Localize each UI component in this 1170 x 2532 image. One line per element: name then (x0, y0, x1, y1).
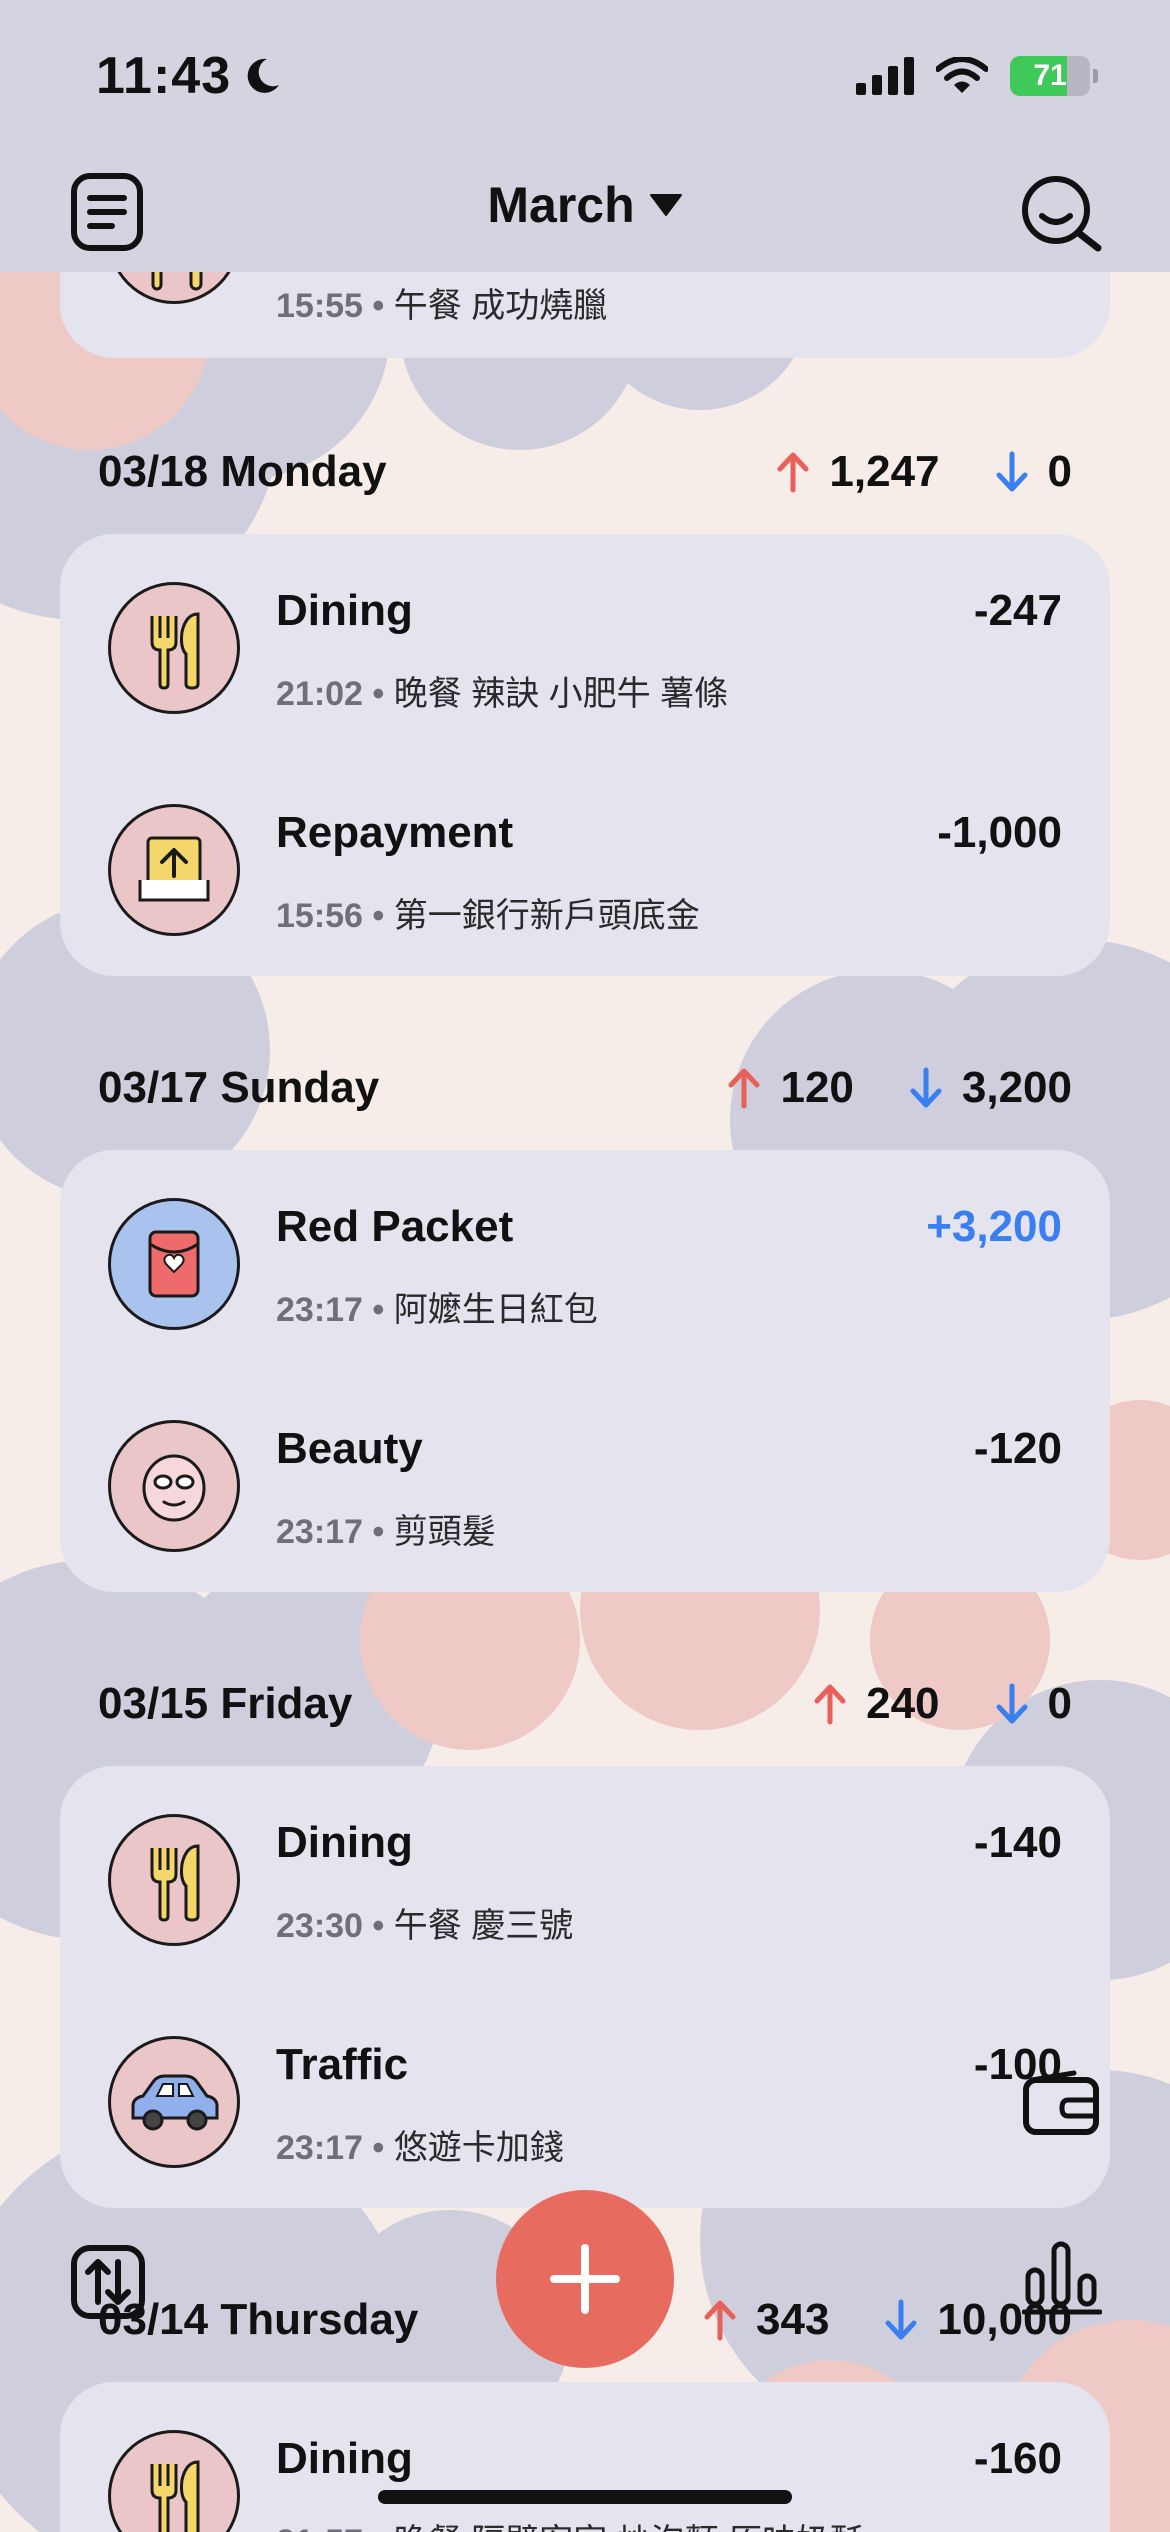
wallet-icon[interactable] (1022, 2070, 1100, 2136)
add-transaction-button[interactable] (496, 2190, 674, 2368)
transaction-row[interactable]: Red Packet +3,200 23:17 • 阿嬤生日紅包 (60, 1150, 1110, 1372)
expense-arrow-icon (814, 1684, 846, 1725)
transaction-category: Repayment (276, 808, 514, 857)
transaction-list[interactable]: 15:55 • 午餐 成功燒臘 03/18 Monday 1,247 0 Din… (0, 0, 1170, 2532)
transaction-row[interactable]: Repayment -1,000 15:56 • 第一銀行新戶頭底金 (60, 756, 1110, 978)
day-label: 03/15 Friday (98, 1679, 353, 1728)
income-arrow-icon (996, 1683, 1028, 1724)
stats-icon[interactable] (1022, 2236, 1102, 2316)
income-arrow-icon (885, 2299, 917, 2340)
transaction-amount: -140 (973, 1818, 1062, 1867)
expense-arrow-icon (777, 452, 809, 493)
day-header: 03/15 Friday 240 0 (98, 1674, 1072, 1734)
transaction-meta: 23:17 • 悠遊卡加錢 (276, 2129, 564, 2167)
transaction-meta: 23:17 • 阿嬤生日紅包 (276, 1291, 598, 1329)
dining-icon (108, 2430, 240, 2532)
day-income-total: 0 (1047, 1679, 1072, 1728)
transaction-meta: 23:30 • 午餐 慶三號 (276, 1907, 574, 1945)
swap-icon[interactable] (70, 2244, 146, 2320)
status-bar-time: 11:43 (96, 46, 283, 106)
transaction-meta: 23:17 • 剪頭髮 (276, 1513, 496, 1551)
transaction-amount: -1,000 (937, 808, 1062, 857)
income-arrow-icon (996, 451, 1028, 492)
day-totals: 343 10,000 (702, 2295, 1072, 2345)
transaction-category: Beauty (276, 1424, 423, 1473)
day-label: 03/18 Monday (98, 447, 387, 496)
day-expense-total: 1,247 (829, 447, 940, 496)
day-totals: 1,247 0 (775, 447, 1072, 497)
moon-icon (247, 58, 280, 93)
transaction-meta: 21:57 • 晚餐 隔壁客家 炒泡麵 原味奶酥 (276, 2514, 864, 2532)
day-card: Dining -140 23:30 • 午餐 慶三號 Traffic -100 … (60, 1766, 1110, 2208)
transaction-category: Red Packet (276, 1202, 514, 1251)
home-indicator (378, 2490, 792, 2504)
transaction-amount: +3,200 (926, 1202, 1062, 1251)
day-card: Dining -160 21:57 • 晚餐 隔壁客家 炒泡麵 原味奶酥 (60, 2382, 1110, 2532)
expense-arrow-icon (728, 1068, 760, 1109)
day-income-total: 0 (1047, 447, 1072, 496)
month-label: March (487, 177, 635, 233)
day-income-total: 3,200 (961, 1063, 1072, 1112)
signal-icon (856, 57, 914, 95)
day-header: 03/18 Monday 1,247 0 (98, 442, 1072, 502)
transaction-row[interactable]: Dining -140 23:30 • 午餐 慶三號 (60, 1766, 1110, 1988)
add-icon (550, 2244, 620, 2314)
transaction-category: Dining (276, 586, 413, 635)
transaction-amount: -247 (973, 586, 1062, 635)
transaction-category: Dining (276, 1818, 413, 1867)
transaction-row[interactable]: Traffic -100 23:17 • 悠遊卡加錢 (60, 1988, 1110, 2210)
transaction-meta: 21:02 • 晚餐 辣訣 小肥牛 薯條 (276, 675, 729, 713)
transaction-amount: -160 (973, 2434, 1062, 2483)
income-arrow-icon (910, 1067, 942, 1108)
expense-arrow-icon (704, 2300, 736, 2341)
transaction-row[interactable]: Beauty -120 23:17 • 剪頭髮 (60, 1372, 1110, 1594)
caret-down-icon (649, 194, 682, 216)
wifi-icon (936, 57, 988, 93)
transaction-meta: 15:56 • 第一銀行新戶頭底金 (276, 897, 700, 935)
day-expense-total: 120 (780, 1063, 854, 1112)
day-totals: 120 3,200 (726, 1063, 1072, 1113)
day-card: Red Packet +3,200 23:17 • 阿嬤生日紅包 Beauty … (60, 1150, 1110, 1592)
dining-icon (108, 582, 240, 714)
top-bar: 11:43 71 March (0, 0, 1170, 272)
day-label: 03/17 Sunday (98, 1063, 380, 1112)
dining-icon (108, 1814, 240, 1946)
repayment-icon (108, 804, 240, 936)
transaction-category: Dining (276, 2434, 413, 2483)
day-card: Dining -247 21:02 • 晚餐 辣訣 小肥牛 薯條 Repayme… (60, 534, 1110, 976)
transaction-category: Traffic (276, 2040, 409, 2089)
day-label: 03/14 Thursday (98, 2295, 419, 2344)
previous-entry-meta: 15:55 • 午餐 成功燒臘 (276, 287, 608, 325)
day-expense-total: 343 (756, 2295, 830, 2344)
month-picker[interactable]: March (0, 176, 1170, 234)
search-icon[interactable] (1018, 172, 1104, 252)
beauty-icon (108, 1420, 240, 1552)
day-expense-total: 240 (866, 1679, 940, 1728)
day-header: 03/17 Sunday 120 3,200 (98, 1058, 1072, 1118)
red-packet-icon (108, 1198, 240, 1330)
day-totals: 240 0 (812, 1679, 1072, 1729)
battery-indicator: 71 (1010, 56, 1098, 96)
transaction-amount: -120 (973, 1424, 1062, 1473)
transaction-row[interactable]: Dining -247 21:02 • 晚餐 辣訣 小肥牛 薯條 (60, 534, 1110, 756)
status-icons: 71 (856, 56, 1098, 96)
transaction-row[interactable]: Dining -160 21:57 • 晚餐 隔壁客家 炒泡麵 原味奶酥 (60, 2382, 1110, 2532)
car-icon (108, 2036, 240, 2168)
